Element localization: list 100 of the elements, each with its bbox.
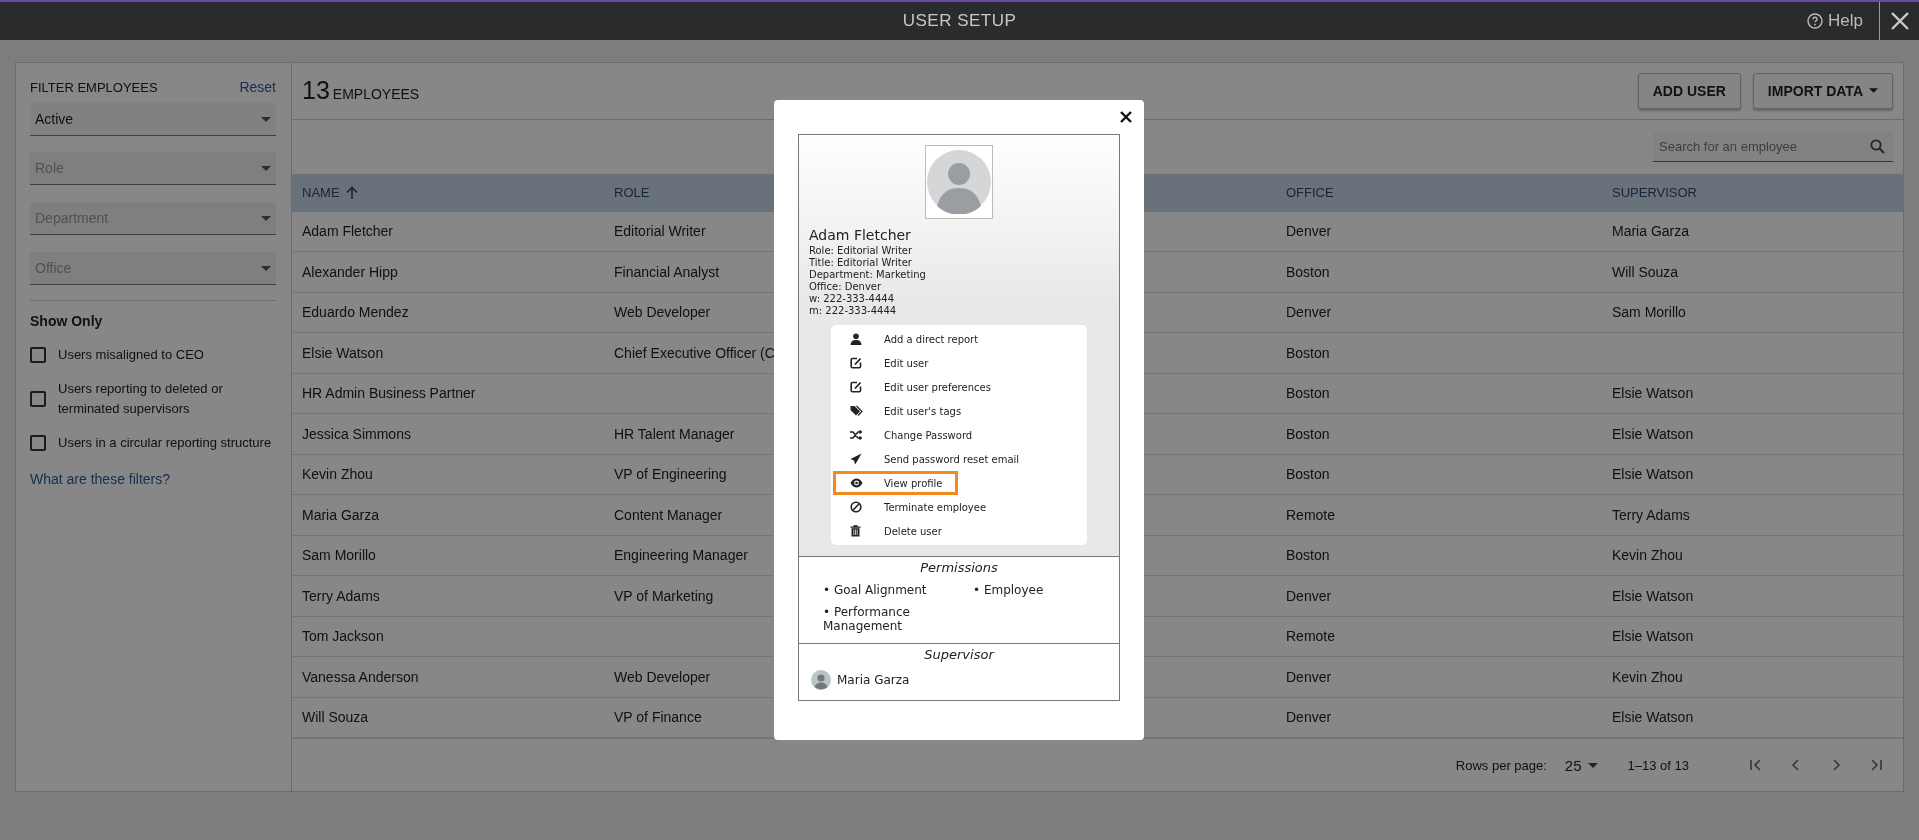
help-button[interactable]: Help bbox=[1791, 2, 1879, 40]
edit-icon bbox=[850, 357, 862, 369]
caret-icon bbox=[261, 215, 271, 221]
table-cell: Denver bbox=[1286, 304, 1332, 321]
table-cell: Elsie Watson bbox=[1612, 628, 1694, 645]
menu-item[interactable]: Edit user's tags bbox=[833, 399, 977, 423]
profile-detail: Role: Editorial Writer bbox=[809, 245, 914, 257]
table-cell: Boston bbox=[1286, 547, 1330, 564]
table-cell: Vanessa Anderson bbox=[302, 668, 419, 685]
column-header[interactable]: NAME bbox=[302, 185, 340, 201]
menu-item[interactable]: Terminate employee bbox=[833, 495, 1002, 519]
reset-link[interactable]: Reset bbox=[239, 79, 276, 95]
table-cell: Elsie Watson bbox=[1612, 466, 1694, 483]
table-cell: Elsie Watson bbox=[1612, 425, 1694, 442]
table-cell: Denver bbox=[1286, 223, 1332, 240]
last-page-icon[interactable] bbox=[1869, 758, 1883, 773]
table-cell: Kevin Zhou bbox=[1612, 547, 1683, 564]
menu-item[interactable]: Add a direct report bbox=[833, 327, 994, 351]
profile-detail: w: 222-333-4444 bbox=[809, 293, 896, 305]
menu-item[interactable]: View profile bbox=[833, 471, 958, 495]
table-cell: Content Manager bbox=[614, 506, 723, 523]
table-cell: VP of Engineering bbox=[614, 466, 727, 483]
close-icon[interactable] bbox=[1120, 111, 1132, 123]
search-field[interactable]: Search for an employee bbox=[1653, 131, 1893, 163]
first-page-icon[interactable] bbox=[1749, 758, 1763, 773]
shuffle-icon bbox=[850, 429, 862, 441]
eye-icon bbox=[850, 478, 863, 488]
avatar-silhouette bbox=[811, 670, 831, 690]
rows-per-page-dropdown[interactable]: 25 bbox=[1564, 756, 1598, 774]
section-title: Show Only bbox=[30, 313, 104, 329]
table-cell: Elsie Watson bbox=[1612, 587, 1694, 604]
caret-icon bbox=[1869, 88, 1878, 94]
checkbox[interactable] bbox=[30, 435, 46, 451]
table-cell: Will Souza bbox=[1612, 263, 1679, 280]
checkbox-label: Users in a circular reporting structure bbox=[58, 434, 272, 452]
table-cell: Remote bbox=[1286, 506, 1336, 523]
table-cell: Web Developer bbox=[614, 668, 711, 685]
table-cell: Terry Adams bbox=[1612, 506, 1690, 523]
permission-item: • Goal Alignment bbox=[823, 583, 928, 597]
table-cell: HR Talent Manager bbox=[614, 425, 735, 442]
edit-icon bbox=[850, 381, 862, 393]
checkbox[interactable] bbox=[30, 347, 46, 363]
menu-item[interactable]: Send password reset email bbox=[833, 447, 1035, 471]
table-cell: HR Admin Business Partner bbox=[302, 385, 476, 402]
table-cell: Elsie Watson bbox=[1612, 709, 1694, 726]
send-icon bbox=[850, 453, 862, 465]
table-cell: Tom Jackson bbox=[302, 628, 384, 645]
avatar-silhouette bbox=[927, 150, 991, 214]
table-cell: Denver bbox=[1286, 668, 1332, 685]
table-cell: Adam Fletcher bbox=[302, 223, 394, 240]
permission-item: • Employee bbox=[973, 583, 1045, 597]
permission-item: • Performance Management bbox=[823, 605, 911, 633]
trash-icon bbox=[850, 525, 861, 537]
table-cell: Remote bbox=[1286, 628, 1336, 645]
column-header[interactable]: SUPERVISOR bbox=[1612, 185, 1697, 201]
table-cell: Engineering Manager bbox=[614, 547, 748, 564]
import-data-button[interactable]: IMPORT DATA bbox=[1752, 72, 1893, 109]
table-cell: Boston bbox=[1286, 425, 1330, 442]
supervisor-name[interactable]: Maria Garza bbox=[837, 673, 910, 687]
filter-dropdown[interactable]: Active bbox=[30, 103, 276, 136]
table-cell: Boston bbox=[1286, 344, 1330, 361]
table-cell: Kevin Zhou bbox=[302, 466, 373, 483]
table-cell: Denver bbox=[1286, 587, 1332, 604]
menu-item[interactable]: Change Password bbox=[833, 423, 988, 447]
filter-title: FILTER EMPLOYEES bbox=[30, 80, 158, 95]
page-range: 1–13 of 13 bbox=[1627, 757, 1689, 773]
caret-icon bbox=[1587, 762, 1598, 768]
table-cell: Kevin Zhou bbox=[1612, 668, 1683, 685]
section-title: Permissions bbox=[919, 560, 999, 575]
table-cell: Boston bbox=[1286, 385, 1330, 402]
checkbox-label: Users reporting to deleted or terminated supervisors bbox=[58, 380, 224, 418]
rows-per-page-label: Rows per page: bbox=[1455, 757, 1547, 773]
table-cell: Maria Garza bbox=[1612, 223, 1690, 240]
profile-detail: m: 222-333-4444 bbox=[809, 305, 898, 317]
table-cell: Terry Adams bbox=[302, 587, 380, 604]
ban-icon bbox=[850, 501, 862, 513]
profile-detail: Office: Denver bbox=[809, 281, 883, 293]
table-cell: Elsie Watson bbox=[1612, 385, 1694, 402]
table-cell: Boston bbox=[1286, 263, 1330, 280]
caret-icon bbox=[261, 116, 271, 122]
add-user-button[interactable]: ADD USER bbox=[1637, 72, 1741, 109]
window-title: USER SETUP bbox=[902, 11, 1017, 31]
column-header[interactable]: ROLE bbox=[614, 185, 650, 201]
menu-item[interactable]: Edit user preferences bbox=[833, 375, 1006, 399]
help-link[interactable]: What are these filters? bbox=[30, 471, 171, 487]
caret-icon bbox=[261, 165, 271, 171]
tags-icon bbox=[850, 405, 863, 417]
sort-arrow-icon bbox=[345, 186, 358, 200]
table-cell: Editorial Writer bbox=[614, 223, 706, 240]
checkbox[interactable] bbox=[30, 391, 46, 407]
help-icon bbox=[1807, 13, 1824, 29]
table-cell: Alexander Hipp bbox=[302, 263, 398, 280]
section-title: Supervisor bbox=[923, 647, 996, 662]
column-header[interactable]: OFFICE bbox=[1286, 185, 1334, 201]
table-cell: Denver bbox=[1286, 709, 1332, 726]
profile-detail: Title: Editorial Writer bbox=[809, 257, 913, 269]
employee-label: EMPLOYEES bbox=[332, 86, 420, 103]
menu-item[interactable]: Edit user bbox=[833, 351, 944, 375]
table-cell: Boston bbox=[1286, 466, 1330, 483]
menu-item[interactable]: Delete user bbox=[833, 519, 957, 543]
